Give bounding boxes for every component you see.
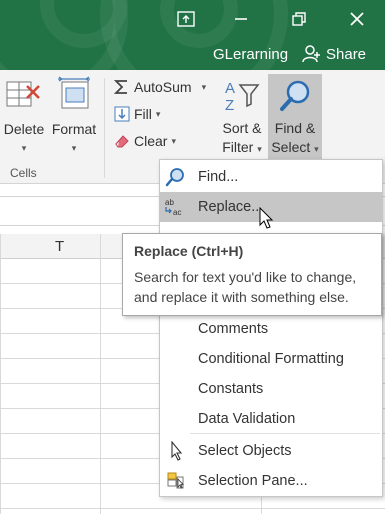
restore-button[interactable]	[282, 5, 316, 33]
select-objects-label: Select Objects	[198, 443, 292, 459]
data-validation-label: Data Validation	[198, 411, 296, 427]
close-icon	[350, 12, 364, 26]
sort-filter-icon: A Z	[225, 80, 260, 114]
delete-label: Delete	[3, 121, 45, 137]
delete-cells-icon	[6, 81, 40, 107]
fill-button[interactable]: Fill ▾	[114, 106, 160, 122]
menu-item-selection-pane[interactable]: Selection Pane...	[160, 466, 382, 496]
tooltip-description: Search for text you'd like to change, an…	[134, 269, 357, 305]
replace-icon: ab ac	[165, 198, 181, 217]
cells-group-label: Cells	[10, 166, 37, 180]
ribbon-display-options-button[interactable]	[169, 5, 203, 33]
find-label: Find...	[198, 169, 239, 185]
menu-item-conditional-formatting[interactable]: Conditional Formatting	[160, 344, 382, 374]
format-cells-icon	[58, 76, 90, 109]
sort-filter-button[interactable]: A Z Sort & Filter ▾	[216, 78, 268, 159]
menu-item-data-validation[interactable]: Data Validation	[160, 404, 382, 434]
menu-item-select-objects[interactable]: Select Objects	[160, 436, 382, 466]
menu-separator	[190, 433, 380, 434]
autosum-button[interactable]: AutoSum ▾	[114, 79, 206, 95]
svg-text:A: A	[225, 80, 235, 97]
sort-filter-label-line2: Filter ▾	[222, 139, 262, 155]
selection-pane-label: Selection Pane...	[198, 473, 308, 489]
menu-item-find[interactable]: Find...	[160, 162, 382, 192]
find-select-label-line2: Select ▾	[271, 139, 319, 155]
autosum-dropdown-icon: ▾	[201, 81, 207, 92]
find-select-label-block: Find & Select ▾	[268, 78, 322, 159]
sigma-icon	[114, 80, 127, 94]
fill-dropdown-icon: ▾	[155, 108, 161, 119]
column-header-t[interactable]: T	[55, 238, 64, 255]
group-separator	[104, 78, 105, 178]
magnifier-icon	[280, 80, 310, 111]
title-bar: GLerarning Share	[0, 0, 385, 70]
delete-button[interactable]: Delete ▾	[0, 76, 48, 158]
format-button[interactable]: Format ▾	[49, 76, 99, 158]
svg-text:Z: Z	[225, 97, 234, 114]
replace-tooltip: Replace (Ctrl+H) Search for text you'd l…	[122, 233, 382, 316]
svg-text:ab: ab	[165, 198, 174, 207]
sort-filter-label-line1: Sort &	[222, 120, 262, 136]
close-button[interactable]	[340, 5, 374, 33]
minimize-icon	[235, 18, 247, 20]
constants-label: Constants	[198, 381, 264, 397]
comments-label: Comments	[198, 321, 269, 337]
user-name[interactable]: GLerarning	[213, 46, 288, 63]
clear-label: Clear	[134, 133, 168, 149]
grid-line	[100, 234, 101, 514]
format-dropdown-icon: ▾	[71, 143, 77, 153]
fill-down-icon	[114, 106, 130, 122]
clear-dropdown-icon: ▾	[171, 135, 176, 146]
share-label: Share	[326, 45, 367, 63]
delete-dropdown-icon: ▾	[21, 143, 27, 153]
minimize-button[interactable]	[224, 5, 258, 33]
svg-text:ac: ac	[173, 208, 181, 217]
grid-line	[0, 234, 1, 514]
find-select-label-line1: Find &	[274, 120, 316, 136]
selection-pane-icon	[167, 472, 184, 489]
menu-item-comments[interactable]: Comments	[160, 314, 382, 344]
replace-label: Replace...	[198, 199, 264, 215]
conditional-formatting-label: Conditional Formatting	[198, 351, 344, 367]
restore-icon	[292, 12, 306, 26]
person-icon	[302, 45, 320, 63]
autosum-label: AutoSum	[134, 79, 192, 95]
menu-item-constants[interactable]: Constants	[160, 374, 382, 404]
grid-line	[0, 508, 385, 509]
format-label: Format	[51, 121, 97, 137]
share-button[interactable]: Share	[302, 44, 366, 64]
eraser-icon	[115, 135, 129, 148]
pointer-icon	[171, 441, 183, 461]
ribbon-display-icon	[177, 11, 195, 27]
find-icon	[165, 168, 184, 187]
clear-button[interactable]: Clear ▾	[114, 133, 176, 149]
fill-label: Fill	[134, 106, 152, 122]
tooltip-title: Replace (Ctrl+H)	[134, 243, 244, 259]
mouse-cursor-icon	[259, 207, 274, 229]
